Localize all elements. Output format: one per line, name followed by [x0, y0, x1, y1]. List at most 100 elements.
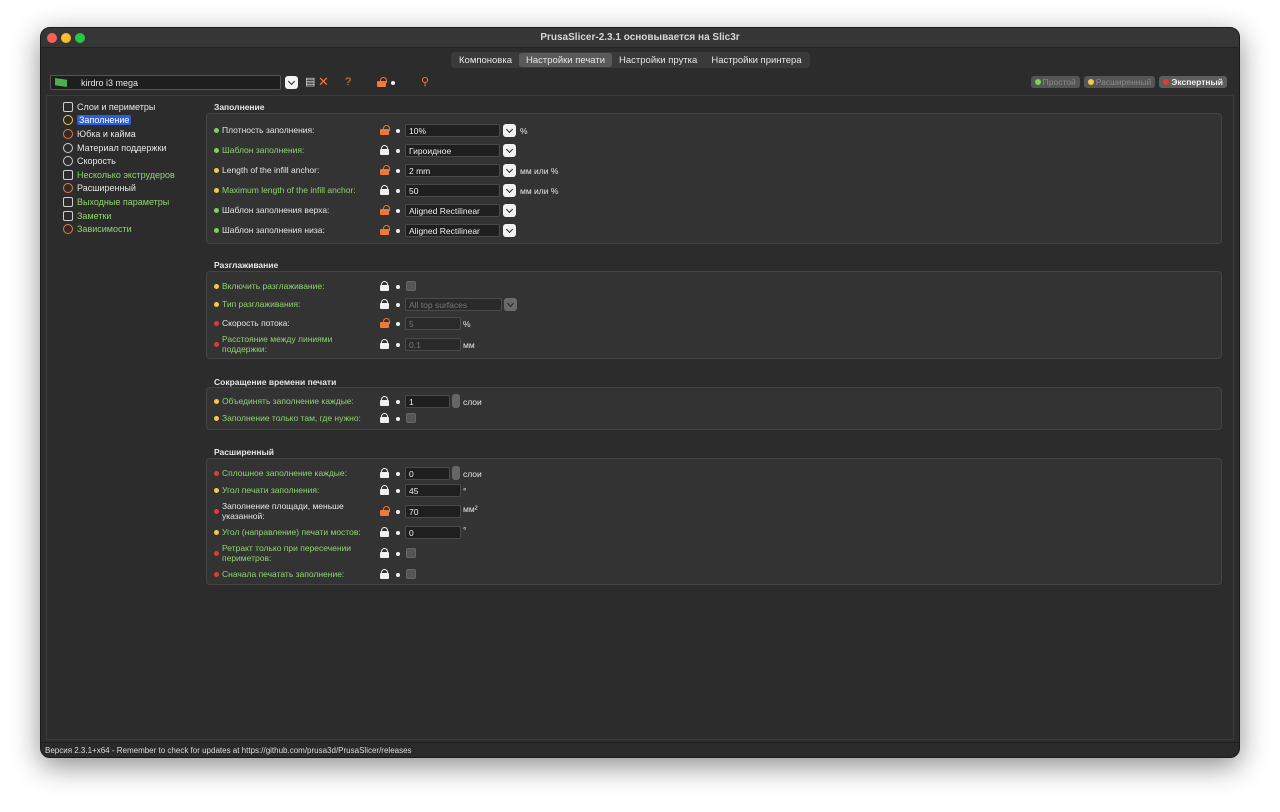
bullet-icon[interactable] [396, 149, 400, 153]
sidebar-item-infill[interactable]: Заполнение [63, 114, 213, 128]
solid-infill-below-area-field[interactable]: 70 [405, 505, 461, 518]
lock-icon[interactable] [380, 413, 389, 423]
mode-simple-button[interactable]: Простой [1030, 76, 1080, 88]
sidebar-item-advanced[interactable]: Расширенный [63, 182, 213, 196]
unlock-icon[interactable] [380, 225, 390, 235]
infill-first-checkbox[interactable] [406, 569, 416, 579]
bullet-icon[interactable] [396, 472, 400, 476]
tab-print-settings[interactable]: Настройки печати [519, 53, 613, 67]
lock-icon[interactable] [380, 396, 389, 406]
lock-icon[interactable] [380, 339, 389, 349]
infill-anchor-max-dropdown[interactable] [503, 184, 516, 197]
bullet-icon[interactable] [396, 285, 400, 289]
fill-angle-field[interactable]: 45 [405, 484, 461, 497]
unlock-icon[interactable] [380, 318, 390, 328]
unlock-icon[interactable] [380, 165, 390, 175]
top-fill-pattern-dropdown[interactable] [503, 204, 516, 217]
extruder-icon [63, 169, 73, 180]
search-icon[interactable]: ⚲ [421, 75, 429, 89]
mode-simple-dot [1034, 79, 1041, 85]
infill-every-layers-stepper[interactable] [452, 394, 460, 408]
bullet-icon[interactable] [396, 189, 400, 193]
infill-anchor-dropdown[interactable] [503, 164, 516, 177]
only-retract-when-crossing-checkbox[interactable] [406, 548, 416, 558]
ironing-spacing-field[interactable]: 0.1 [405, 338, 461, 351]
mode-expert-button[interactable]: Экспертный [1159, 76, 1227, 88]
bullet-icon[interactable] [396, 510, 400, 514]
sidebar-item-notes[interactable]: Заметки [63, 209, 213, 223]
bullet-icon[interactable] [396, 169, 400, 173]
panel-ironing: Включить разглаживание: Тип разглаживани… [206, 271, 1222, 359]
sidebar-item-support[interactable]: Материал поддержки [63, 141, 213, 155]
delete-icon[interactable]: ✕ [318, 75, 329, 89]
infill-anchor-field[interactable]: 2 mm [405, 164, 500, 177]
sidebar-item-dependencies[interactable]: Зависимости [63, 222, 213, 236]
lock-icon[interactable] [380, 548, 389, 558]
infill-anchor-max-field[interactable]: 50 [405, 184, 500, 197]
lock-icon[interactable] [380, 185, 389, 195]
infill-every-layers-field[interactable]: 1 [405, 395, 450, 408]
help-icon[interactable]: ? [345, 75, 351, 89]
infill-only-where-needed-checkbox[interactable] [406, 413, 416, 423]
lock-icon[interactable] [380, 281, 389, 291]
bullet-icon[interactable] [396, 129, 400, 133]
tab-printer-settings[interactable]: Настройки принтера [704, 53, 808, 67]
mode-dot [214, 302, 219, 307]
lock-icon[interactable] [380, 485, 389, 495]
ironing-type-select[interactable]: All top surfaces [405, 298, 502, 311]
bullet-icon[interactable] [396, 552, 400, 556]
bottom-fill-pattern-dropdown[interactable] [503, 224, 516, 237]
solid-infill-every-stepper[interactable] [452, 466, 460, 480]
save-icon[interactable]: ▤ [305, 75, 315, 89]
preset-select[interactable]: kirdro i3 mega [50, 75, 281, 90]
unlock-icon[interactable] [377, 77, 387, 87]
sidebar-item-output[interactable]: Выходные параметры [63, 195, 213, 209]
bullet-icon[interactable] [396, 489, 400, 493]
bullet-icon[interactable] [396, 322, 400, 326]
tab-plater[interactable]: Компоновка [452, 53, 519, 67]
solid-infill-every-field[interactable]: 0 [405, 467, 450, 480]
bullet-icon[interactable] [396, 400, 400, 404]
bullet-icon[interactable] [396, 209, 400, 213]
unlock-icon[interactable] [380, 506, 390, 516]
ironing-type-dropdown[interactable] [504, 298, 517, 311]
mode-dot [214, 128, 219, 133]
bullet-icon[interactable] [396, 417, 400, 421]
mode-advanced-button[interactable]: Расширенный [1083, 76, 1156, 88]
sidebar-item-speed[interactable]: Скорость [63, 154, 213, 168]
row-ironing-spacing: Расстояние между линиями поддержки: 0.1 … [207, 334, 1221, 354]
main-tabs: Компоновка Настройки печати Настройки пр… [451, 52, 810, 68]
lock-icon[interactable] [380, 468, 389, 478]
fill-pattern-dropdown[interactable] [503, 144, 516, 157]
bullet-icon[interactable] [396, 343, 400, 347]
unit-label: мм [463, 340, 475, 350]
fill-pattern-select[interactable]: Гироидное [405, 144, 500, 157]
lock-icon[interactable] [380, 569, 389, 579]
sidebar-item-extruders[interactable]: Несколько экструдеров [63, 168, 213, 182]
lock-icon[interactable] [380, 299, 389, 309]
ironing-checkbox[interactable] [406, 281, 416, 291]
bullet-icon[interactable] [396, 303, 400, 307]
unit-label: мм или % [520, 166, 559, 176]
top-fill-pattern-select[interactable]: Aligned Rectilinear [405, 204, 500, 217]
bullet-icon[interactable] [396, 531, 400, 535]
preset-dropdown-button[interactable] [285, 76, 298, 89]
lock-icon[interactable] [380, 527, 389, 537]
bullet-icon[interactable] [391, 81, 395, 85]
sidebar-item-layers[interactable]: Слои и периметры [63, 100, 213, 114]
bullet-icon[interactable] [396, 573, 400, 577]
row-bridge-angle: Угол (направление) печати мостов: 0 ° [207, 525, 1221, 541]
fill-density-field[interactable]: 10% [405, 124, 500, 137]
tab-filament-settings[interactable]: Настройки прутка [612, 53, 704, 67]
fill-density-dropdown[interactable] [503, 124, 516, 137]
sidebar-item-skirt[interactable]: Юбка и кайма [63, 127, 213, 141]
unit-label: слои [463, 469, 482, 479]
lock-icon[interactable] [380, 145, 389, 155]
unlock-icon[interactable] [380, 125, 390, 135]
bullet-icon[interactable] [396, 229, 400, 233]
bottom-fill-pattern-select[interactable]: Aligned Rectilinear [405, 224, 500, 237]
unit-label: % [520, 126, 528, 136]
ironing-flowrate-field[interactable]: 5 [405, 317, 461, 330]
bridge-angle-field[interactable]: 0 [405, 526, 461, 539]
unlock-icon[interactable] [380, 205, 390, 215]
